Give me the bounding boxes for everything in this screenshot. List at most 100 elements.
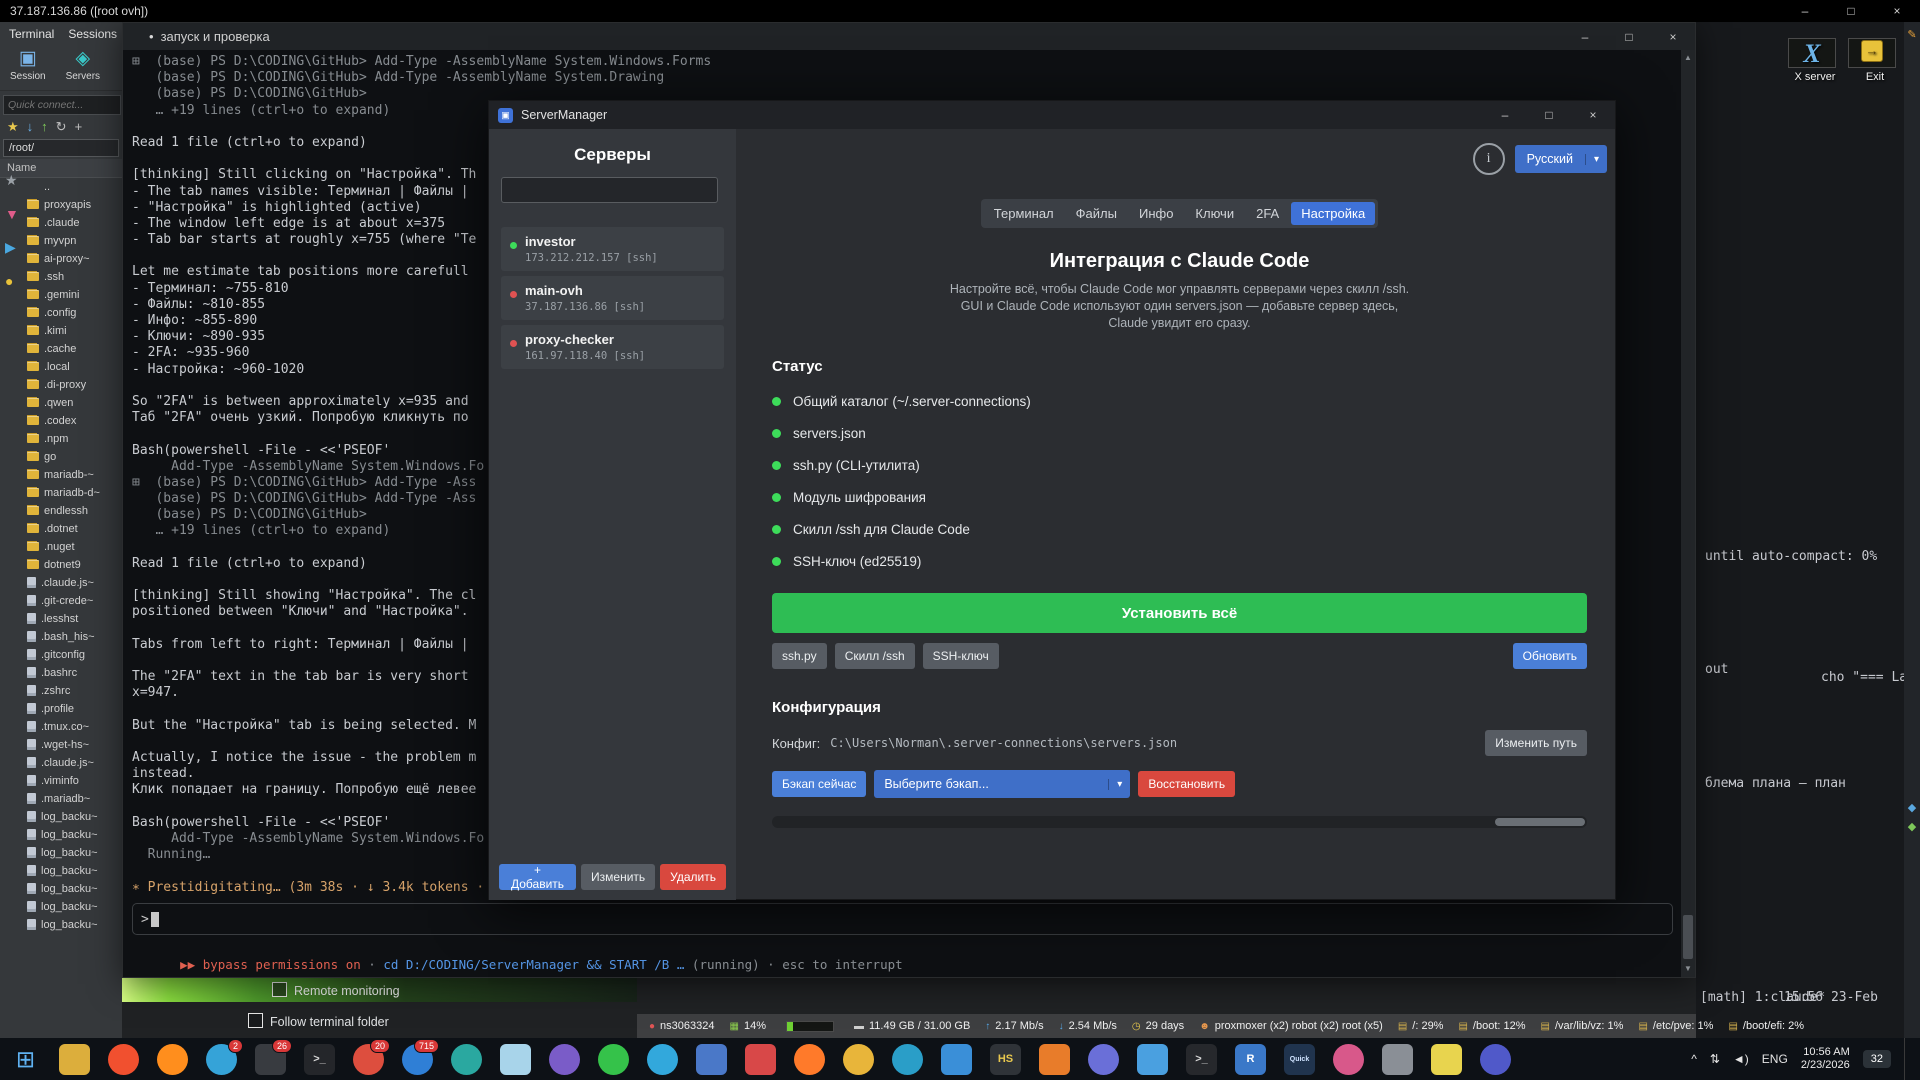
info-icon[interactable]: i <box>1473 143 1505 175</box>
file-row[interactable]: .local <box>0 358 122 376</box>
favorites-star-icon[interactable]: ★ <box>5 172 19 189</box>
star-icon[interactable]: ★ <box>7 120 19 134</box>
edge-tool-icon[interactable]: ◆ <box>1904 801 1920 814</box>
ssh-py-button[interactable]: ssh.py <box>772 643 827 669</box>
file-row[interactable]: .bash_his~ <box>0 628 122 646</box>
file-row[interactable]: .wget-hs~ <box>0 736 122 754</box>
file-row[interactable]: .claude.js~ <box>0 574 122 592</box>
menu-sessions[interactable]: Sessions <box>68 27 117 41</box>
desktop-icon-x-server[interactable]: X X server <box>1788 38 1842 83</box>
file-row[interactable]: mariadb-~ <box>0 466 122 484</box>
terminal-scrollbar[interactable]: ▲ ▼ <box>1681 50 1695 977</box>
refresh-button[interactable]: Обновить <box>1513 643 1587 669</box>
edge-icon[interactable]: 2 <box>206 1044 237 1075</box>
server-search-input[interactable] <box>501 177 718 203</box>
scrollbar-thumb[interactable] <box>1495 818 1585 826</box>
quick-connect-input[interactable] <box>3 95 121 115</box>
backup-now-button[interactable]: Бэкап сейчас <box>772 771 866 797</box>
telegram-icon[interactable] <box>647 1044 678 1075</box>
obs-icon[interactable] <box>451 1044 482 1075</box>
server-list-item[interactable]: investor 173.212.212.157 [ssh] <box>501 227 724 271</box>
file-row[interactable]: .gitconfig <box>0 646 122 664</box>
server-manager-titlebar[interactable]: ▣ ServerManager – □ × <box>489 101 1615 129</box>
pencil-icon[interactable]: ✎ <box>1904 28 1920 41</box>
discord-icon[interactable] <box>1088 1044 1119 1075</box>
vscode-icon[interactable] <box>941 1044 972 1075</box>
add-server-button[interactable]: + Добавить <box>499 864 576 890</box>
terminal-close-button[interactable]: × <box>1651 23 1695 50</box>
language-indicator[interactable]: ENG <box>1762 1052 1788 1066</box>
tools-icon[interactable]: ▶ <box>5 239 19 256</box>
chrome-icon[interactable]: 20 <box>353 1044 384 1075</box>
macros-icon[interactable]: ▼ <box>5 206 19 222</box>
quick-access-icon[interactable]: Quick <box>1284 1044 1315 1075</box>
skill-ssh-button[interactable]: Скилл /ssh <box>835 643 915 669</box>
arrow-down-icon[interactable]: ↓ <box>27 120 34 134</box>
firefox-icon[interactable] <box>157 1044 188 1075</box>
os-minimize-button[interactable]: – <box>1782 0 1828 22</box>
whatsapp-icon[interactable] <box>598 1044 629 1075</box>
network-icon[interactable]: ⇅ <box>1710 1052 1720 1066</box>
file-row[interactable]: go <box>0 448 122 466</box>
camera-icon[interactable] <box>1382 1044 1413 1075</box>
install-all-button[interactable]: Установить всё <box>772 593 1587 633</box>
terminal-maximize-button[interactable]: □ <box>1607 23 1651 50</box>
volume-icon[interactable]: ◄) <box>1733 1052 1749 1066</box>
games-icon[interactable]: ● <box>5 273 19 289</box>
file-row[interactable]: .tmux.co~ <box>0 718 122 736</box>
menu-terminal[interactable]: Terminal <box>9 27 54 41</box>
servers-button[interactable]: ◈ Servers <box>58 46 108 85</box>
backup-select[interactable]: Выберите бэкап... ▾ <box>874 770 1130 798</box>
sm-maximize-button[interactable]: □ <box>1527 102 1571 129</box>
heidisql-icon[interactable]: HS <box>990 1044 1021 1075</box>
tab-keys[interactable]: Ключи <box>1185 202 1244 225</box>
rstudio-icon[interactable]: R <box>1235 1044 1266 1075</box>
edge-blue-icon[interactable]: 715 <box>402 1044 433 1075</box>
server-list-item[interactable]: main-ovh 37.187.136.86 [ssh] <box>501 276 724 320</box>
file-row[interactable]: .nuget <box>0 538 122 556</box>
delete-server-button[interactable]: Удалить <box>660 864 726 890</box>
file-row[interactable]: log_backu~ <box>0 916 122 934</box>
sticky-notes-icon[interactable] <box>1431 1044 1462 1075</box>
language-dropdown[interactable]: Русский ▾ <box>1515 145 1607 173</box>
show-desktop-button[interactable] <box>1904 1038 1910 1080</box>
file-row[interactable]: log_backu~ <box>0 862 122 880</box>
tab-2fa[interactable]: 2FA <box>1246 202 1289 225</box>
tab-files[interactable]: Файлы <box>1066 202 1127 225</box>
terminal-icon[interactable]: >_ <box>304 1044 335 1075</box>
horizontal-scrollbar[interactable] <box>772 816 1587 828</box>
sm-minimize-button[interactable]: – <box>1483 102 1527 129</box>
file-row[interactable]: .profile <box>0 700 122 718</box>
file-row[interactable]: .cache <box>0 340 122 358</box>
restore-button[interactable]: Восстановить <box>1138 771 1235 797</box>
edit-server-button[interactable]: Изменить <box>581 864 655 890</box>
paint-icon[interactable] <box>1333 1044 1364 1075</box>
start-button[interactable]: ⊞ <box>10 1044 41 1075</box>
change-path-button[interactable]: Изменить путь <box>1485 730 1587 756</box>
file-row[interactable]: log_backu~ <box>0 898 122 916</box>
arrow-up-icon[interactable]: ↑ <box>41 120 48 134</box>
scroll-down-icon[interactable]: ▼ <box>1681 961 1695 977</box>
current-path[interactable]: /root/ <box>3 139 119 157</box>
terminal-titlebar[interactable]: • запуск и проверка – □ × <box>123 23 1695 50</box>
file-row[interactable]: .mariadb~ <box>0 790 122 808</box>
file-row[interactable]: .claude.js~ <box>0 754 122 772</box>
file-row[interactable]: log_backu~ <box>0 826 122 844</box>
desktop-icon-exit[interactable]: → Exit <box>1848 38 1902 83</box>
add-icon[interactable]: + <box>75 120 83 134</box>
teams-icon[interactable] <box>1480 1044 1511 1075</box>
file-row[interactable]: log_backu~ <box>0 880 122 898</box>
follow-terminal-folder-toggle[interactable]: Follow terminal folder <box>248 1013 389 1029</box>
red-app-icon[interactable] <box>745 1044 776 1075</box>
file-row[interactable]: .dotnet <box>0 520 122 538</box>
compass-app-icon[interactable] <box>892 1044 923 1075</box>
file-row[interactable]: log_backu~ <box>0 844 122 862</box>
mail-app-icon[interactable]: 26 <box>255 1044 286 1075</box>
file-row[interactable]: .zshrc <box>0 682 122 700</box>
tab-settings[interactable]: Настройка <box>1291 202 1375 225</box>
terminal-input[interactable]: > <box>132 903 1673 935</box>
file-row[interactable]: .bashrc <box>0 664 122 682</box>
session-button[interactable]: ▣ Session <box>2 46 54 85</box>
file-explorer-icon[interactable] <box>59 1044 90 1075</box>
file-row[interactable]: .git-crede~ <box>0 592 122 610</box>
